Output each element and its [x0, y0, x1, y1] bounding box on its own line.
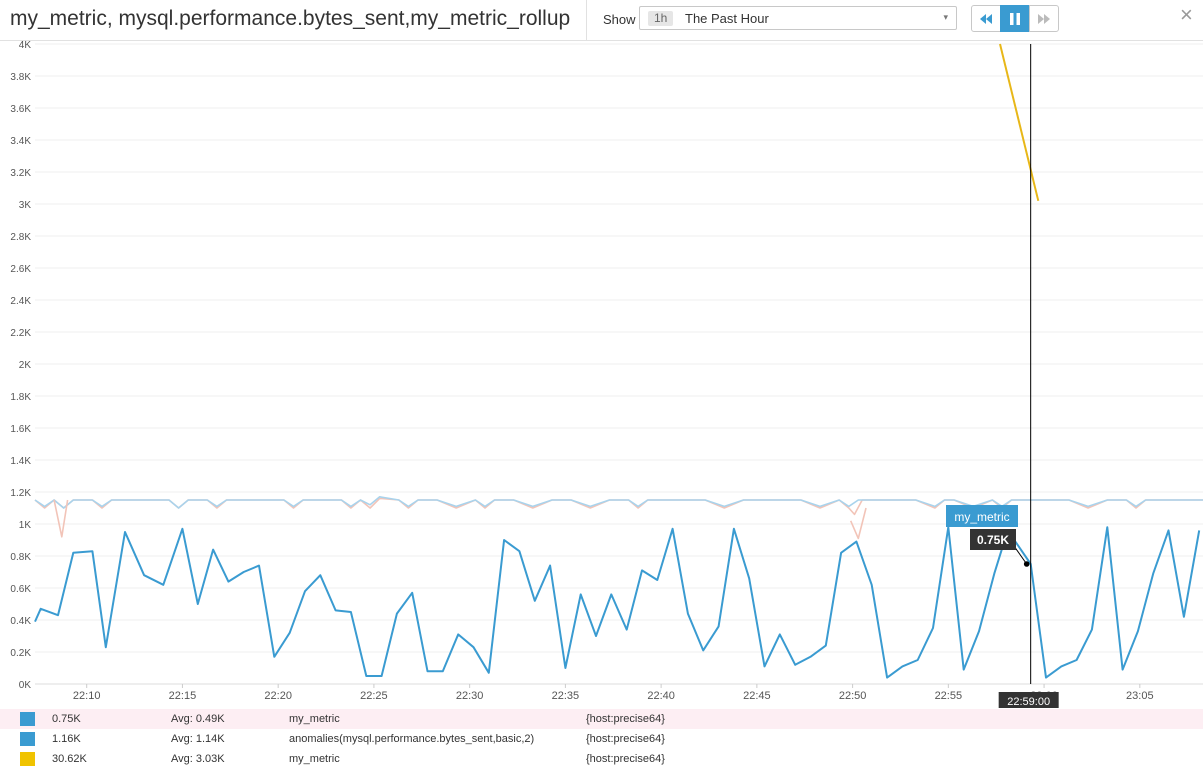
close-icon[interactable]: × [1180, 2, 1193, 28]
y-tick-label: 0.8K [10, 552, 31, 563]
legend-series-name: my_metric [289, 713, 340, 725]
y-tick-label: 0.4K [10, 616, 31, 627]
legend-current-value: 0.75K [52, 713, 81, 725]
graph-title: my_metric, mysql.performance.bytes_sent,… [10, 7, 571, 30]
legend: 0.75K Avg: 0.49K my_metric {host:precise64}… [0, 709, 1203, 769]
x-tick-label: 22:30 [456, 690, 484, 702]
header-divider [586, 0, 587, 40]
legend-avg: Avg: 1.14K [171, 733, 225, 745]
series-line-main [34, 526, 1201, 679]
y-tick-label: 2K [19, 360, 32, 371]
tooltip-value: 0.75K [977, 533, 1009, 547]
legend-tags: {host:precise64} [586, 753, 665, 765]
y-tick-label: 3.2K [10, 168, 31, 179]
legend-avg: Avg: 0.49K [171, 713, 225, 725]
y-tick-label: 3.4K [10, 136, 31, 147]
y-tick-label: 1.6K [10, 424, 31, 435]
y-tick-label: 3.6K [10, 104, 31, 115]
playback-controls [971, 5, 1059, 32]
graph-header: my_metric, mysql.performance.bytes_sent,… [0, 0, 1203, 41]
y-tick-label: 3K [19, 200, 32, 211]
legend-avg: Avg: 3.03K [171, 753, 225, 765]
rewind-button[interactable] [971, 5, 1001, 32]
legend-series-name: my_metric [289, 753, 340, 765]
y-tick-label: 2.8K [10, 232, 31, 243]
cursor-time-label: 22:59:00 [1007, 696, 1050, 708]
y-tick-label: 0.6K [10, 584, 31, 595]
timeframe-badge: 1h [648, 11, 674, 26]
legend-swatch [20, 712, 35, 726]
x-tick-label: 22:10 [73, 690, 101, 702]
pause-button[interactable] [1000, 5, 1030, 32]
legend-current-value: 1.16K [52, 733, 81, 745]
x-tick-label: 22:55 [935, 690, 963, 702]
x-tick-label: 23:05 [1126, 690, 1154, 702]
y-tick-label: 2.6K [10, 264, 31, 275]
y-tick-label: 1.4K [10, 456, 31, 467]
y-tick-label: 0.2K [10, 648, 31, 659]
y-tick-label: 2.4K [10, 296, 31, 307]
forward-button[interactable] [1029, 5, 1059, 32]
x-tick-label: 22:25 [360, 690, 388, 702]
timeframe-value: The Past Hour [685, 11, 769, 26]
y-tick-label: 1.8K [10, 392, 31, 403]
pause-icon [1010, 12, 1020, 25]
y-tick-label: 3.8K [10, 72, 31, 83]
chevron-down-icon: ▾ [943, 12, 948, 22]
legend-row[interactable]: 30.62K Avg: 3.03K my_metric {host:precise64… [0, 749, 1203, 769]
legend-tags: {host:precise64} [586, 713, 665, 725]
double-chevron-left-icon [980, 13, 992, 24]
y-tick-label: 1K [19, 520, 32, 531]
legend-swatch [20, 752, 35, 766]
x-tick-label: 22:40 [647, 690, 675, 702]
series-line-band_upper [34, 495, 1203, 509]
legend-row[interactable]: 0.75K Avg: 0.49K my_metric {host:precise64} [0, 709, 1203, 729]
x-tick-label: 22:45 [743, 690, 771, 702]
x-tick-label: 22:15 [169, 690, 197, 702]
legend-tags: {host:precise64} [586, 733, 665, 745]
cursor-point [1023, 561, 1030, 567]
legend-series-name: anomalies(mysql.performance.bytes_sent,b… [289, 733, 535, 745]
double-chevron-right-icon [1038, 13, 1050, 24]
show-label: Show [603, 12, 636, 27]
y-tick-label: 4K [19, 40, 32, 51]
y-tick-label: 2.2K [10, 328, 31, 339]
legend-current-value: 30.62K [52, 753, 87, 765]
timeframe-select[interactable]: 1h The Past Hour ▾ [639, 6, 957, 30]
y-tick-label: 1.2K [10, 488, 31, 499]
legend-swatch [20, 732, 35, 746]
y-tick-label: 0K [19, 680, 32, 691]
x-tick-label: 22:35 [552, 690, 580, 702]
x-tick-label: 22:50 [839, 690, 867, 702]
series-line-spike [999, 43, 1040, 202]
legend-row[interactable]: 1.16K Avg: 1.14K anomalies(mysql.performan… [0, 729, 1203, 749]
timeseries-chart[interactable]: 0K 0.2K 0.4K 0.6K 0.8K 1K 1.2K 1.4K 1.6K 1.8K 2K 2.… [0, 40, 1203, 708]
x-tick-label: 22:20 [264, 690, 292, 702]
tooltip-series-name: my_metric [954, 510, 1009, 524]
